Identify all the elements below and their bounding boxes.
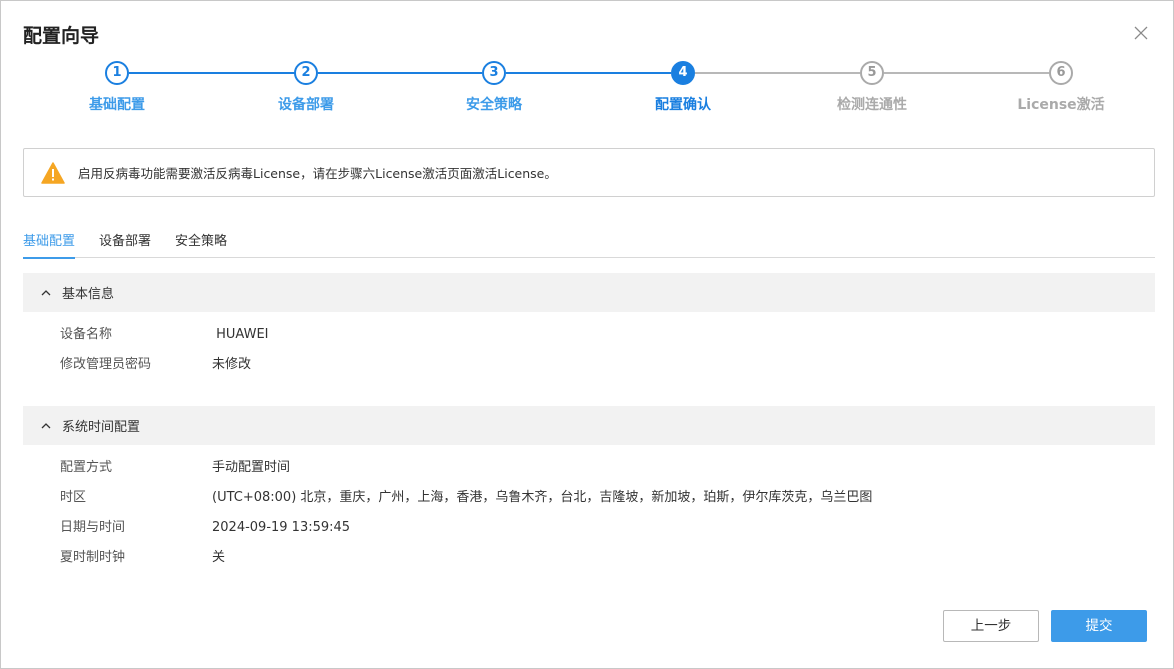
step-number: 3 [482,61,506,85]
step-device-deploy: 2 设备部署 [226,61,386,114]
chevron-up-icon [41,289,51,295]
row-value: 关 [212,550,226,565]
dialog-title: 配置向导 [23,25,100,47]
submit-button[interactable]: 提交 [1051,610,1147,642]
step-label: 设备部署 [278,97,334,113]
license-warning-alert: 启用反病毒功能需要激活反病毒License，请在步骤六License激活页面激活… [23,148,1155,197]
step-number: 2 [294,61,318,85]
row-key: 设备名称 [60,327,113,342]
summary-tabs: 基础配置 设备部署 安全策略 [23,233,1155,259]
step-license-activation: 6 License激活 [981,61,1141,114]
section-title: 基本信息 [62,287,115,302]
tab-basic-config[interactable]: 基础配置 [23,233,76,259]
step-security-policy: 3 安全策略 [414,61,574,114]
step-number: 5 [860,61,884,85]
wizard-steps: 1 基础配置 2 设备部署 3 安全策略 4 配置确认 5 检测连通性 6 Li… [1,61,1174,121]
row-key: 修改管理员密码 [60,357,152,372]
step-number: 6 [1049,61,1073,85]
step-number: 1 [105,61,129,85]
step-label: 基础配置 [89,97,145,113]
row-value: (UTC+08:00) 北京，重庆，广州，上海，香港，乌鲁木齐，台北，吉隆坡，新… [212,490,873,505]
chevron-up-icon [41,422,51,428]
tab-device-deploy[interactable]: 设备部署 [99,233,151,258]
step-label: 检测连通性 [837,97,907,113]
step-config-confirm: 4 配置确认 [603,61,763,114]
step-number: 4 [671,61,695,85]
row-key: 日期与时间 [60,520,126,535]
previous-step-button[interactable]: 上一步 [943,610,1039,642]
row-value: HUAWEI [212,327,269,342]
close-icon[interactable] [1131,23,1151,43]
tab-security-policy[interactable]: 安全策略 [175,233,227,258]
step-basic-config: 1 基础配置 [37,61,197,114]
section-basic-info-header[interactable]: 基本信息 [23,273,1155,312]
row-key: 配置方式 [60,460,113,475]
step-label: 配置确认 [655,97,711,113]
row-key: 时区 [60,490,87,505]
alert-text: 启用反病毒功能需要激活反病毒License，请在步骤六License激活页面激活… [78,166,557,181]
warning-icon [41,161,65,184]
step-label: 安全策略 [466,97,522,113]
step-label: License激活 [1017,97,1105,113]
row-value: 未修改 [212,357,252,372]
row-value: 手动配置时间 [212,460,291,475]
row-key: 夏时制时钟 [60,550,126,565]
row-value: 2024-09-19 13:59:45 [212,520,351,535]
config-wizard-dialog: 配置向导 1 基础配置 2 设备部署 3 安全策略 4 配置确认 5 检测连通性 [0,0,1174,669]
step-connectivity-check: 5 检测连通性 [792,61,952,114]
section-title: 系统时间配置 [62,420,141,435]
section-system-time-header[interactable]: 系统时间配置 [23,406,1155,445]
